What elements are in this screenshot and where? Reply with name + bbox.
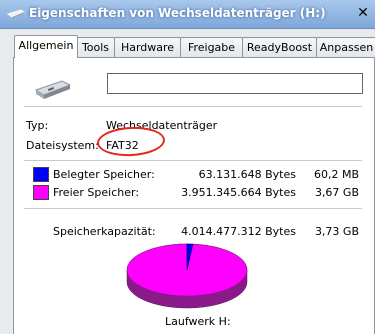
used-space-size: 60,2 MB: [313, 168, 359, 181]
disk-usage-pie: [126, 243, 248, 309]
close-button[interactable]: ✕: [351, 3, 375, 23]
tab-strip: Allgemein Tools Hardware Freigabe ReadyB…: [14, 35, 375, 58]
used-space-bytes: 63.131.648 Bytes: [198, 168, 296, 181]
used-color-swatch: [33, 167, 49, 182]
tab-allgemein[interactable]: Allgemein: [14, 35, 78, 58]
separator: [24, 106, 362, 107]
capacity-bytes: 4.014.477.312 Bytes: [181, 225, 296, 238]
capacity-label: Speicherkapazität:: [53, 225, 156, 238]
tab-tools[interactable]: Tools: [76, 37, 115, 57]
used-space-label: Belegter Speicher:: [53, 168, 155, 181]
type-label: Typ:: [26, 119, 49, 132]
free-space-bytes: 3.951.345.664 Bytes: [181, 186, 296, 199]
free-space-label: Freier Speicher:: [53, 186, 140, 199]
free-color-swatch: [33, 185, 49, 200]
title-bar[interactable]: Eigenschaften von Wechseldatenträger (H:…: [0, 0, 375, 29]
tab-hardware[interactable]: Hardware: [114, 37, 181, 57]
drive-letter-label: Laufwerk H:: [165, 315, 231, 328]
tab-readyboost[interactable]: ReadyBoost: [242, 37, 317, 57]
drive-name-input[interactable]: [107, 73, 363, 94]
removable-drive-icon: [6, 9, 26, 19]
free-space-size: 3,67 GB: [314, 186, 359, 199]
tab-freigabe[interactable]: Freigabe: [180, 37, 243, 57]
separator: [24, 208, 362, 209]
capacity-size: 3,73 GB: [314, 225, 359, 238]
removable-drive-icon: [34, 80, 72, 99]
window-title: Eigenschaften von Wechseldatenträger (H:…: [29, 6, 326, 20]
filesystem-label: Dateisystem:: [26, 139, 99, 152]
tab-anpassen[interactable]: Anpassen: [316, 37, 375, 57]
separator: [24, 160, 362, 161]
